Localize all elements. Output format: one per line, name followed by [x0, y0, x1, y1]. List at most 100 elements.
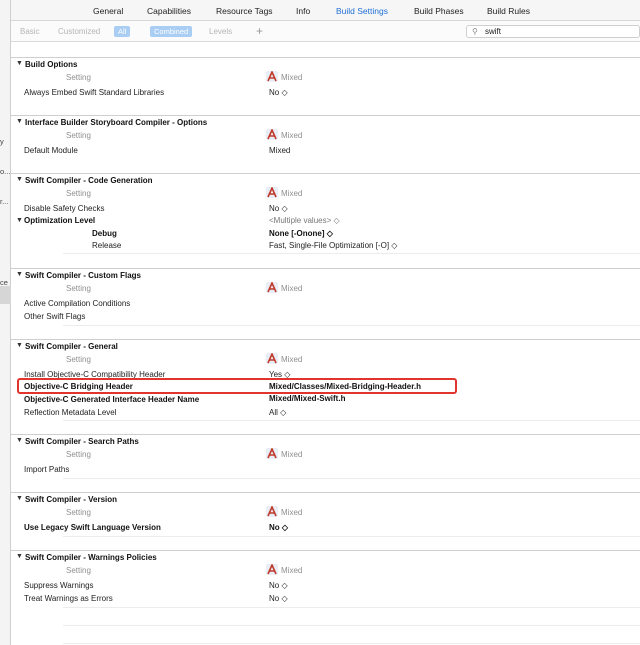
- tab-general[interactable]: General: [93, 6, 123, 16]
- section-title: Swift Compiler - General: [25, 342, 118, 351]
- section-header-build-options[interactable]: ▼ Build Options: [11, 57, 640, 71]
- setting-default-module-value[interactable]: Mixed: [269, 146, 290, 155]
- setting-legacy-swift-version-label: Use Legacy Swift Language Version: [24, 523, 161, 532]
- navigator-fragment: r...: [0, 197, 9, 206]
- section-title: Swift Compiler - Version: [25, 495, 118, 504]
- setting-suppress-warnings-value[interactable]: No ◇: [269, 581, 288, 590]
- section-title: Swift Compiler - Search Paths: [25, 437, 139, 446]
- filter-customized-button[interactable]: Customized: [58, 27, 100, 36]
- disclosure-triangle-icon[interactable]: ▼: [16, 118, 23, 125]
- setting-debug-label: Debug: [92, 229, 117, 238]
- row-divider: [63, 478, 640, 479]
- section-header-code-generation[interactable]: ▼ Swift Compiler - Code Generation: [11, 173, 640, 187]
- column-header-setting: Setting: [66, 189, 91, 198]
- navigator-fragment: o...: [0, 167, 11, 176]
- filter-levels-button[interactable]: Levels: [209, 27, 232, 36]
- disclosure-triangle-icon[interactable]: ▼: [16, 437, 23, 444]
- target-app-icon: [266, 71, 278, 82]
- row-divider: [63, 325, 640, 326]
- build-settings-list: ▼ Build Options Setting Mixed Always Emb…: [11, 42, 640, 645]
- setting-objc-bridging-header-value[interactable]: Mixed/Classes/Mixed-Bridging-Header.h: [269, 382, 421, 391]
- column-header-mixed: Mixed: [281, 189, 303, 198]
- column-header-mixed: Mixed: [281, 355, 303, 364]
- row-divider: [63, 420, 640, 421]
- column-header-mixed: Mixed: [281, 284, 303, 293]
- target-app-icon: [266, 353, 278, 364]
- row-divider: [63, 253, 640, 254]
- target-app-icon: [266, 564, 278, 575]
- navigator-fragment: y: [0, 137, 4, 146]
- setting-objc-generated-header-value[interactable]: Mixed/Mixed-Swift.h: [269, 394, 345, 403]
- filter-all-button[interactable]: All: [114, 26, 131, 37]
- column-header-mixed: Mixed: [281, 73, 303, 82]
- setting-release-value[interactable]: Fast, Single-File Optimization [-O] ◇: [269, 241, 397, 250]
- target-app-icon: [266, 448, 278, 459]
- setting-optimization-level-value[interactable]: <Multiple values> ◇: [269, 216, 340, 225]
- setting-release-label: Release: [92, 241, 122, 250]
- setting-other-swift-flags-label: Other Swift Flags: [24, 312, 86, 321]
- navigator-selection[interactable]: [0, 286, 11, 304]
- disclosure-triangle-icon[interactable]: ▼: [16, 495, 23, 502]
- target-app-icon: [266, 282, 278, 293]
- setting-reflection-metadata-value[interactable]: All ◇: [269, 408, 286, 417]
- disclosure-triangle-icon[interactable]: ▼: [16, 60, 23, 67]
- target-app-icon: [266, 506, 278, 517]
- setting-import-paths-label: Import Paths: [24, 465, 70, 474]
- column-header-mixed: Mixed: [281, 450, 303, 459]
- section-header-custom-flags[interactable]: ▼ Swift Compiler - Custom Flags: [11, 268, 640, 282]
- tab-info[interactable]: Info: [296, 6, 310, 16]
- setting-treat-warnings-errors-value[interactable]: No ◇: [269, 594, 288, 603]
- column-header-mixed: Mixed: [281, 508, 303, 517]
- section-header-swift-version[interactable]: ▼ Swift Compiler - Version: [11, 492, 640, 506]
- tab-resource-tags[interactable]: Resource Tags: [216, 6, 273, 16]
- search-field[interactable]: ⚲: [466, 25, 640, 38]
- setting-always-embed-swift-value[interactable]: No ◇: [269, 88, 288, 97]
- section-title: Swift Compiler - Custom Flags: [25, 271, 142, 280]
- column-header-setting: Setting: [66, 450, 91, 459]
- setting-legacy-swift-version-value[interactable]: No ◇: [269, 523, 288, 532]
- setting-always-embed-swift-label: Always Embed Swift Standard Libraries: [24, 88, 165, 97]
- setting-objc-bridging-header-label: Objective-C Bridging Header: [24, 382, 133, 391]
- tab-capabilities[interactable]: Capabilities: [147, 6, 191, 16]
- filter-combined-button[interactable]: Combined: [150, 26, 193, 37]
- section-header-ib-storyboard-compiler[interactable]: ▼ Interface Builder Storyboard Compiler …: [11, 115, 640, 129]
- tab-build-phases[interactable]: Build Phases: [414, 6, 464, 16]
- section-header-swift-general[interactable]: ▼ Swift Compiler - General: [11, 339, 640, 353]
- section-title: Swift Compiler - Warnings Policies: [25, 553, 157, 562]
- filter-basic-button[interactable]: Basic: [20, 27, 40, 36]
- navigator-strip: y o... r... ce: [0, 0, 11, 645]
- section-header-search-paths[interactable]: ▼ Swift Compiler - Search Paths: [11, 434, 640, 448]
- disclosure-triangle-icon[interactable]: ▼: [16, 342, 23, 349]
- setting-debug-value[interactable]: None [-Onone] ◇: [269, 229, 333, 238]
- setting-disable-safety-checks-label: Disable Safety Checks: [24, 204, 105, 213]
- search-icon: ⚲: [472, 27, 478, 36]
- row-divider: [63, 643, 640, 644]
- tab-build-rules[interactable]: Build Rules: [487, 6, 530, 16]
- section-title: Build Options: [25, 60, 78, 69]
- column-header-mixed: Mixed: [281, 566, 303, 575]
- disclosure-triangle-icon[interactable]: ▼: [16, 176, 23, 183]
- disclosure-triangle-icon[interactable]: ▼: [16, 271, 23, 278]
- section-title: Swift Compiler - Code Generation: [25, 176, 153, 185]
- setting-optimization-level-label: Optimization Level: [24, 216, 96, 225]
- section-header-warnings-policies[interactable]: ▼ Swift Compiler - Warnings Policies: [11, 550, 640, 564]
- column-header-mixed: Mixed: [281, 131, 303, 140]
- tab-build-settings[interactable]: Build Settings: [336, 6, 388, 16]
- editor-tab-bar: General Capabilities Resource Tags Info …: [11, 0, 640, 21]
- setting-reflection-metadata-label: Reflection Metadata Level: [24, 408, 117, 417]
- navigator-fragment: ce: [0, 278, 8, 287]
- add-setting-button[interactable]: +: [256, 24, 263, 38]
- row-divider: [63, 536, 640, 537]
- column-header-setting: Setting: [66, 284, 91, 293]
- disclosure-triangle-icon[interactable]: ▼: [16, 217, 23, 224]
- row-divider: [63, 607, 640, 608]
- disclosure-triangle-icon[interactable]: ▼: [16, 553, 23, 560]
- row-divider: [63, 625, 640, 626]
- column-header-setting: Setting: [66, 73, 91, 82]
- setting-disable-safety-checks-value[interactable]: No ◇: [269, 204, 288, 213]
- setting-default-module-label: Default Module: [24, 146, 78, 155]
- column-header-setting: Setting: [66, 566, 91, 575]
- setting-treat-warnings-errors-label: Treat Warnings as Errors: [24, 594, 113, 603]
- search-input[interactable]: [485, 26, 635, 37]
- setting-objc-generated-header-label: Objective-C Generated Interface Header N…: [24, 395, 200, 404]
